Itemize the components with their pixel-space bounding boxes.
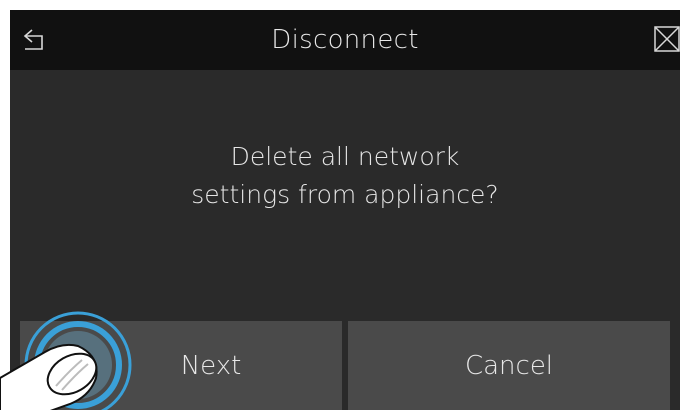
message-line-2: settings from appliance? bbox=[191, 180, 499, 209]
cancel-button-label: Cancel bbox=[464, 350, 554, 381]
close-box-icon[interactable] bbox=[654, 26, 680, 52]
cancel-button[interactable]: Cancel bbox=[348, 321, 670, 410]
next-button-label: Next bbox=[180, 350, 242, 381]
confirmation-message: Delete all network settings from applian… bbox=[10, 138, 680, 214]
page-title: Disconnect bbox=[271, 25, 419, 55]
next-button[interactable]: Next bbox=[20, 321, 342, 410]
header-bar: Disconnect bbox=[10, 10, 680, 70]
appliance-screen: Disconnect Delete all network settings f… bbox=[10, 10, 680, 410]
message-line-1: Delete all network bbox=[230, 142, 460, 171]
device-frame: Disconnect Delete all network settings f… bbox=[0, 0, 680, 410]
